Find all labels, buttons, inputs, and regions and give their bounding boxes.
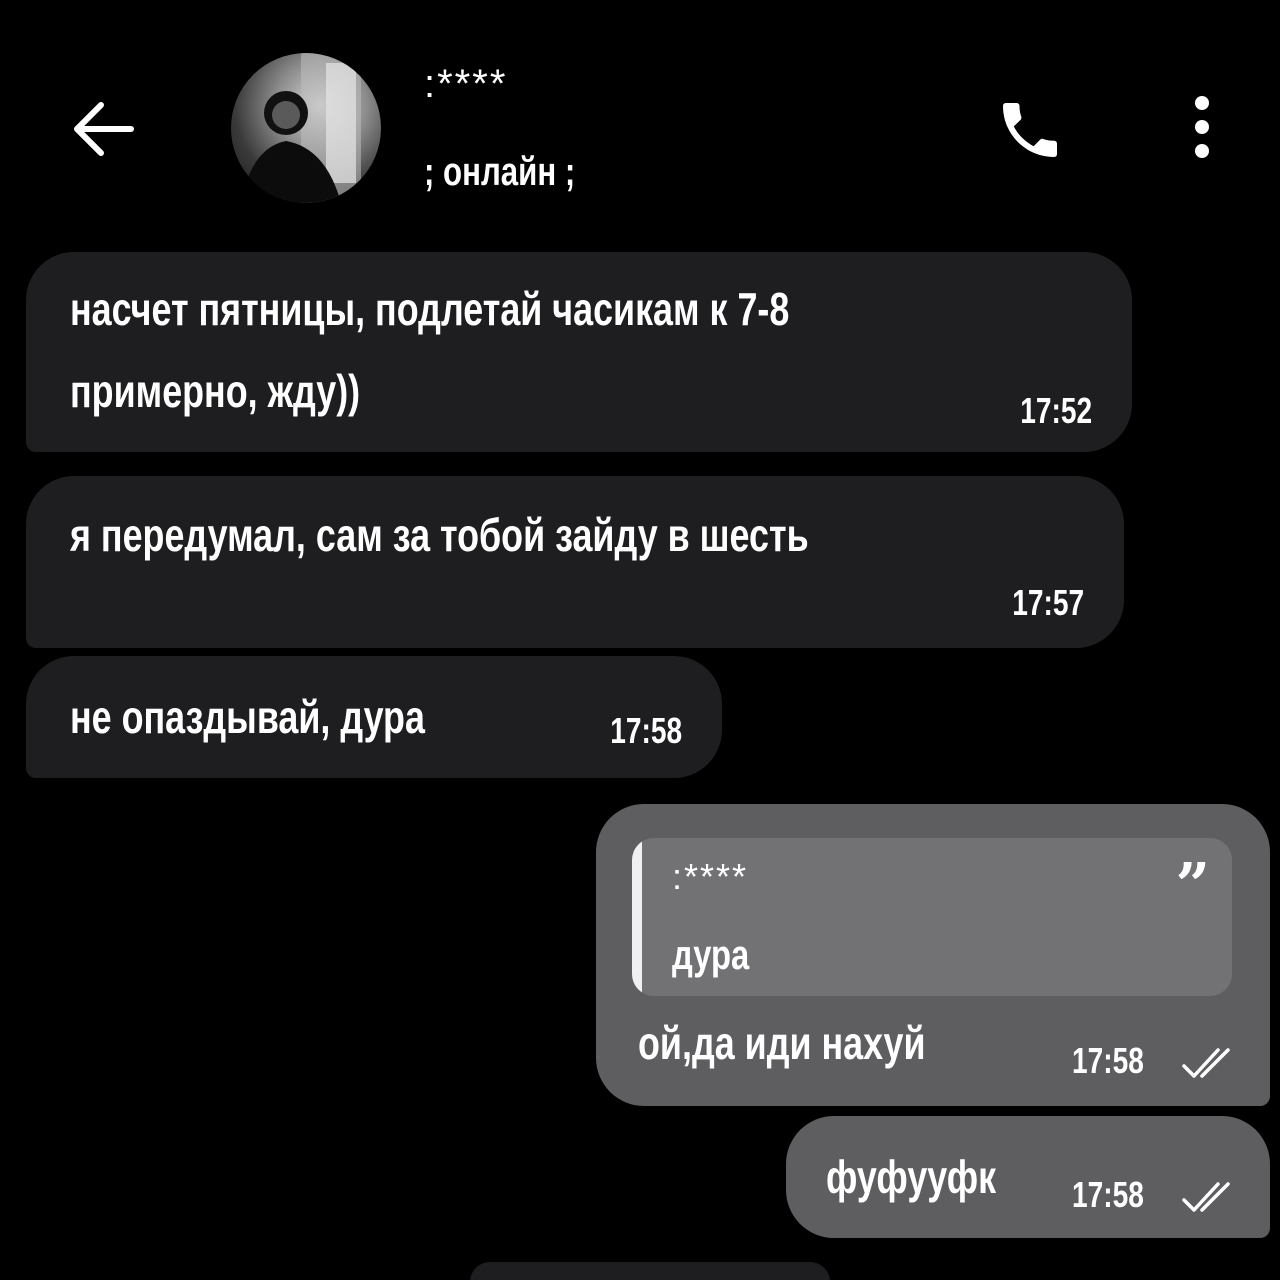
double-check-icon: [1182, 1048, 1230, 1078]
double-check-icon: [1182, 1182, 1230, 1212]
message-bubble-incoming[interactable]: я передумал, сам за тобой зайду в шесть …: [26, 476, 1124, 648]
chat-screen: :**** ; онлайн ; насчет пятницы, подлета…: [0, 0, 1280, 1280]
contact-avatar[interactable]: [231, 53, 381, 203]
message-text: насчет пятницы, подлетай часикам к 7-8: [70, 283, 790, 335]
contact-status: ; онлайн ;: [424, 150, 576, 194]
message-time: 17:57: [1012, 582, 1084, 623]
message-bubble-outgoing[interactable]: фуфууфк 17:58: [786, 1116, 1270, 1238]
message-text: я передумал, сам за тобой зайду в шесть: [70, 509, 809, 561]
quote-icon: ”: [1175, 851, 1210, 921]
message-time: 17:58: [1072, 1040, 1144, 1081]
message-bubble-incoming[interactable]: не опаздывай, дура 17:58: [26, 656, 722, 778]
message-text: примерно, жду)): [70, 365, 361, 417]
message-bubble-outgoing[interactable]: :**** дура ” ой,да иди нахуй 17:58: [596, 804, 1270, 1106]
call-button[interactable]: [990, 90, 1070, 170]
avatar-photo: [241, 53, 361, 203]
reply-accent-bar: [632, 838, 642, 996]
message-time: 17:58: [1072, 1174, 1144, 1215]
partial-message-bubble: [470, 1262, 830, 1280]
phone-icon: [1003, 103, 1057, 157]
more-vertical-icon: [1195, 96, 1209, 158]
message-bubble-incoming[interactable]: насчет пятницы, подлетай часикам к 7-8 п…: [26, 252, 1132, 452]
message-text: ой,да иди нахуй: [638, 1017, 926, 1069]
back-button[interactable]: [66, 92, 140, 166]
message-text: фуфууфк: [826, 1151, 997, 1203]
message-time: 17:52: [1020, 390, 1092, 431]
reply-author: :****: [672, 856, 749, 897]
reply-preview[interactable]: :**** дура ”: [632, 838, 1232, 996]
message-text: не опаздывай, дура: [70, 691, 425, 743]
reply-text: дура: [672, 931, 750, 978]
arrow-left-icon: [74, 102, 134, 156]
message-time: 17:58: [610, 710, 682, 751]
contact-name[interactable]: :****: [424, 62, 507, 107]
more-menu-button[interactable]: [1172, 92, 1232, 162]
